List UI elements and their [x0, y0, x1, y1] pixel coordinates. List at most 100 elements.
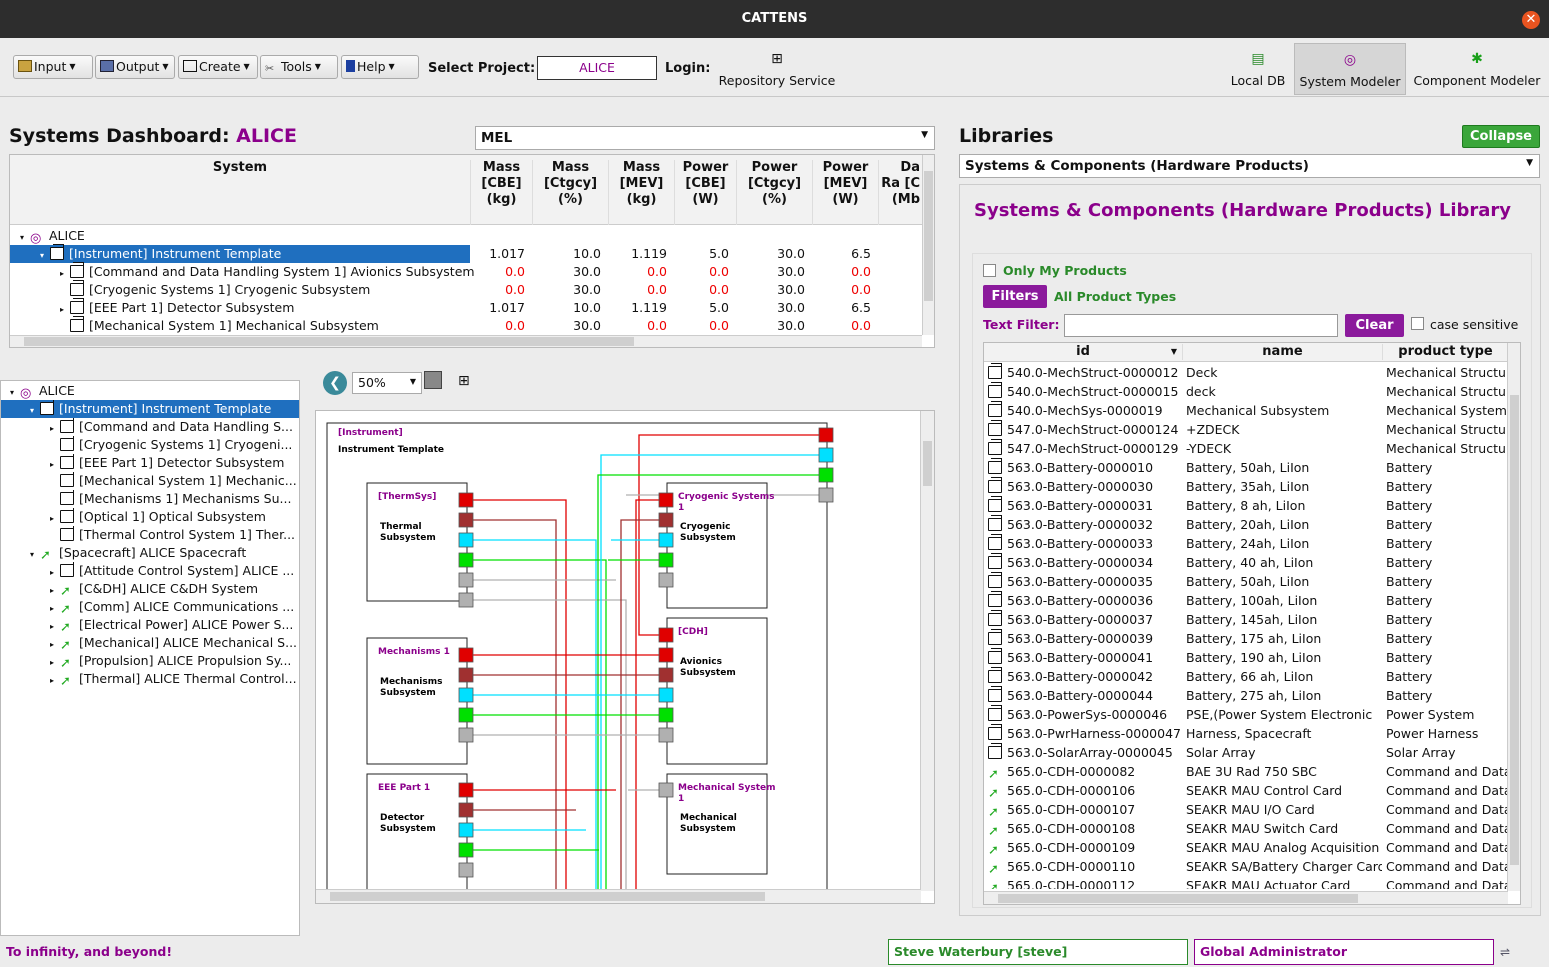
hierarchy-icon[interactable]: ⊞	[458, 373, 470, 389]
tree-item[interactable]: ▸ ➚ [Comm] ALICE Communications ...	[1, 598, 299, 616]
product-row[interactable]: ➚ 565.0-CDH-0000108 SEAKR MAU Switch Card C…	[984, 819, 1508, 838]
tree-item[interactable]: ▸ ➚ [C&DH] ALICE C&DH System	[1, 580, 299, 598]
col-power-mev[interactable]: Power [MEV] (W)	[812, 160, 878, 225]
product-row[interactable]: 563.0-Battery-0000042 Battery, 66 ah, LiI…	[984, 667, 1508, 686]
component-modeler-button[interactable]: ✱ Component Modeler	[1410, 43, 1544, 95]
tree-item[interactable]: ▾ ◎ ALICE	[1, 382, 299, 400]
product-row[interactable]: 563.0-Battery-0000037 Battery, 145ah, LiI…	[984, 610, 1508, 629]
product-row[interactable]: 547.0-MechStruct-0000124 +ZDECK Mechanical…	[984, 420, 1508, 439]
back-icon[interactable]: ❮	[323, 371, 347, 395]
tree-item[interactable]: ▸ ➚ [Thermal] ALICE Thermal Control...	[1, 670, 299, 688]
tree-item[interactable]: ▾ [Instrument] Instrument Template	[1, 400, 299, 418]
product-row[interactable]: 547.0-MechStruct-0000129 -YDECK Mechanical…	[984, 439, 1508, 458]
expand-toggle-icon[interactable]: ▸	[44, 420, 60, 436]
col-name[interactable]: name	[1182, 344, 1382, 360]
print-icon[interactable]	[424, 371, 442, 389]
tree-item[interactable]: ▸ [Command and Data Handling S...	[1, 418, 299, 436]
tree-item[interactable]: ▾ ➚ [Spacecraft] ALICE Spacecraft	[1, 544, 299, 562]
product-row[interactable]: 563.0-Battery-0000034 Battery, 40 ah, LiI…	[984, 553, 1508, 572]
col-system[interactable]: System	[10, 160, 470, 176]
product-row[interactable]: 563.0-Battery-0000036 Battery, 100ah, LiI…	[984, 591, 1508, 610]
expand-toggle-icon[interactable]: ▾	[4, 384, 20, 400]
expand-toggle-icon[interactable]: ▸	[44, 456, 60, 472]
expand-toggle-icon[interactable]: ▾	[24, 402, 40, 418]
product-row[interactable]: 563.0-Battery-0000044 Battery, 275 ah, Li…	[984, 686, 1508, 705]
tree-item[interactable]: ▸ ➚ [Electrical Power] ALICE Power S...	[1, 616, 299, 634]
product-row[interactable]: 563.0-Battery-0000030 Battery, 35ah, LiIo…	[984, 477, 1508, 496]
product-row[interactable]: 563.0-Battery-0000010 Battery, 50ah, LiIo…	[984, 458, 1508, 477]
diagram-vscroll[interactable]	[920, 411, 934, 891]
expand-toggle-icon[interactable]: ▾	[24, 546, 40, 562]
dashboard-row[interactable]: ▾ [Instrument] Instrument Template 1.017 10…	[10, 244, 922, 263]
product-row[interactable]: 563.0-Battery-0000035 Battery, 50ah, LiIo…	[984, 572, 1508, 591]
output-menu-button[interactable]: Output ▼	[95, 55, 175, 79]
product-row[interactable]: 540.0-MechSys-0000019 Mechanical Subsyste…	[984, 401, 1508, 420]
dashboard-row[interactable]: ▸ [EEE Part 1] Detector Subsystem 1.017 10.…	[10, 298, 922, 317]
project-selector[interactable]: ALICE	[537, 56, 657, 80]
product-row[interactable]: 563.0-SolarArray-0000045 Solar Array Solar…	[984, 743, 1508, 762]
create-menu-button[interactable]: Create ▼	[178, 55, 258, 79]
col-data-rate[interactable]: Da Ra [C (Mb	[878, 160, 922, 225]
text-filter-input[interactable]	[1064, 314, 1338, 337]
dashboard-view-select[interactable]: MEL ▼	[475, 126, 935, 150]
product-row[interactable]: 563.0-PwrHarness-0000047 Harness, Spacecr…	[984, 724, 1508, 743]
expand-toggle-icon[interactable]: ▸	[44, 636, 60, 652]
product-hscroll[interactable]	[984, 891, 1508, 904]
tree-item[interactable]: ▸ [Attitude Control System] ALICE ...	[1, 562, 299, 580]
product-row[interactable]: 563.0-Battery-0000031 Battery, 8 ah, LiIo…	[984, 496, 1508, 515]
input-menu-button[interactable]: Input ▼	[13, 55, 93, 79]
product-vscroll[interactable]	[1507, 343, 1520, 891]
tree-item[interactable]: [Thermal Control System 1] Ther...	[1, 526, 299, 544]
zoom-select[interactable]: 50% ▼	[352, 372, 422, 394]
dashboard-hscroll[interactable]	[10, 335, 922, 347]
help-menu-button[interactable]: Help ▼	[341, 55, 419, 79]
expand-toggle-icon[interactable]: ▸	[44, 564, 60, 580]
repository-service-button[interactable]: ⊞ Repository Service	[716, 43, 838, 95]
tree-item[interactable]: ▸ [EEE Part 1] Detector Subsystem	[1, 454, 299, 472]
col-mass-ctgcy[interactable]: Mass [Ctgcy] (%)	[532, 160, 608, 225]
product-row[interactable]: 540.0-MechStruct-0000012 Deck Mechanical S…	[984, 363, 1508, 382]
product-row[interactable]: ➚ 565.0-CDH-0000109 SEAKR MAU Analog Acqui…	[984, 838, 1508, 857]
product-row[interactable]: ➚ 565.0-CDH-0000110 SEAKR SA/Battery Charg…	[984, 857, 1508, 876]
filters-button[interactable]: Filters	[983, 285, 1047, 308]
only-my-products-checkbox[interactable]	[983, 264, 996, 277]
product-row[interactable]: ➚ 565.0-CDH-0000107 SEAKR MAU I/O Card Comm…	[984, 800, 1508, 819]
local-db-button[interactable]: ▤ Local DB	[1222, 43, 1294, 95]
diagram-hscroll[interactable]	[316, 889, 921, 903]
expand-toggle-icon[interactable]: ▸	[44, 672, 60, 688]
tree-item[interactable]: ▸ ➚ [Mechanical] ALICE Mechanical S...	[1, 634, 299, 652]
tree-item[interactable]: ▸ ➚ [Propulsion] ALICE Propulsion Sy...	[1, 652, 299, 670]
system-modeler-button[interactable]: ◎ System Modeler	[1294, 43, 1406, 95]
expand-toggle-icon[interactable]: ▸	[44, 654, 60, 670]
product-row[interactable]: 563.0-Battery-0000033 Battery, 24ah, LiIo…	[984, 534, 1508, 553]
dashboard-row[interactable]: ▾ ◎ ALICE	[10, 227, 922, 245]
expand-toggle-icon[interactable]: ▸	[44, 510, 60, 526]
library-select[interactable]: Systems & Components (Hardware Products)…	[959, 154, 1540, 178]
product-row[interactable]: ➚ 565.0-CDH-0000082 BAE 3U Rad 750 SBC Comm…	[984, 762, 1508, 781]
tree-item[interactable]: ▸ [Optical 1] Optical Subsystem	[1, 508, 299, 526]
product-row[interactable]: 563.0-PowerSys-0000046 PSE,(Power System …	[984, 705, 1508, 724]
product-row[interactable]: 563.0-Battery-0000041 Battery, 190 ah, Li…	[984, 648, 1508, 667]
product-row[interactable]: ➚ 565.0-CDH-0000112 SEAKR MAU Actuator Car…	[984, 876, 1508, 889]
col-id[interactable]: id ▼	[984, 344, 1182, 360]
dashboard-row[interactable]: ▸ [Command and Data Handling System 1] Av…	[10, 262, 922, 281]
expand-toggle-icon[interactable]: ▸	[44, 600, 60, 616]
product-row[interactable]: 563.0-Battery-0000032 Battery, 20ah, LiIo…	[984, 515, 1508, 534]
tree-item[interactable]: [Cryogenic Systems 1] Cryogeni...	[1, 436, 299, 454]
expand-toggle-icon[interactable]: ▸	[44, 582, 60, 598]
clear-button[interactable]: Clear	[1345, 314, 1404, 337]
col-mass-cbe[interactable]: Mass [CBE] (kg)	[470, 160, 532, 225]
tools-menu-button[interactable]: ✂ Tools ▼	[260, 55, 338, 79]
product-row[interactable]: ➚ 565.0-CDH-0000106 SEAKR MAU Control Card…	[984, 781, 1508, 800]
case-sensitive-checkbox[interactable]	[1411, 317, 1424, 330]
col-power-ctgcy[interactable]: Power [Ctgcy] (%)	[736, 160, 812, 225]
expand-toggle-icon[interactable]: ▸	[44, 618, 60, 634]
product-row[interactable]: 563.0-Battery-0000039 Battery, 175 ah, Li…	[984, 629, 1508, 648]
collapse-button[interactable]: Collapse	[1462, 125, 1540, 148]
col-mass-mev[interactable]: Mass [MEV] (kg)	[608, 160, 674, 225]
dashboard-row[interactable]: [Cryogenic Systems 1] Cryogenic Subsyste…	[10, 280, 922, 299]
close-icon[interactable]: ✕	[1522, 11, 1540, 29]
tree-item[interactable]: [Mechanical System 1] Mechanic...	[1, 472, 299, 490]
col-power-cbe[interactable]: Power [CBE] (W)	[674, 160, 736, 225]
col-product-type[interactable]: product type	[1382, 344, 1508, 360]
